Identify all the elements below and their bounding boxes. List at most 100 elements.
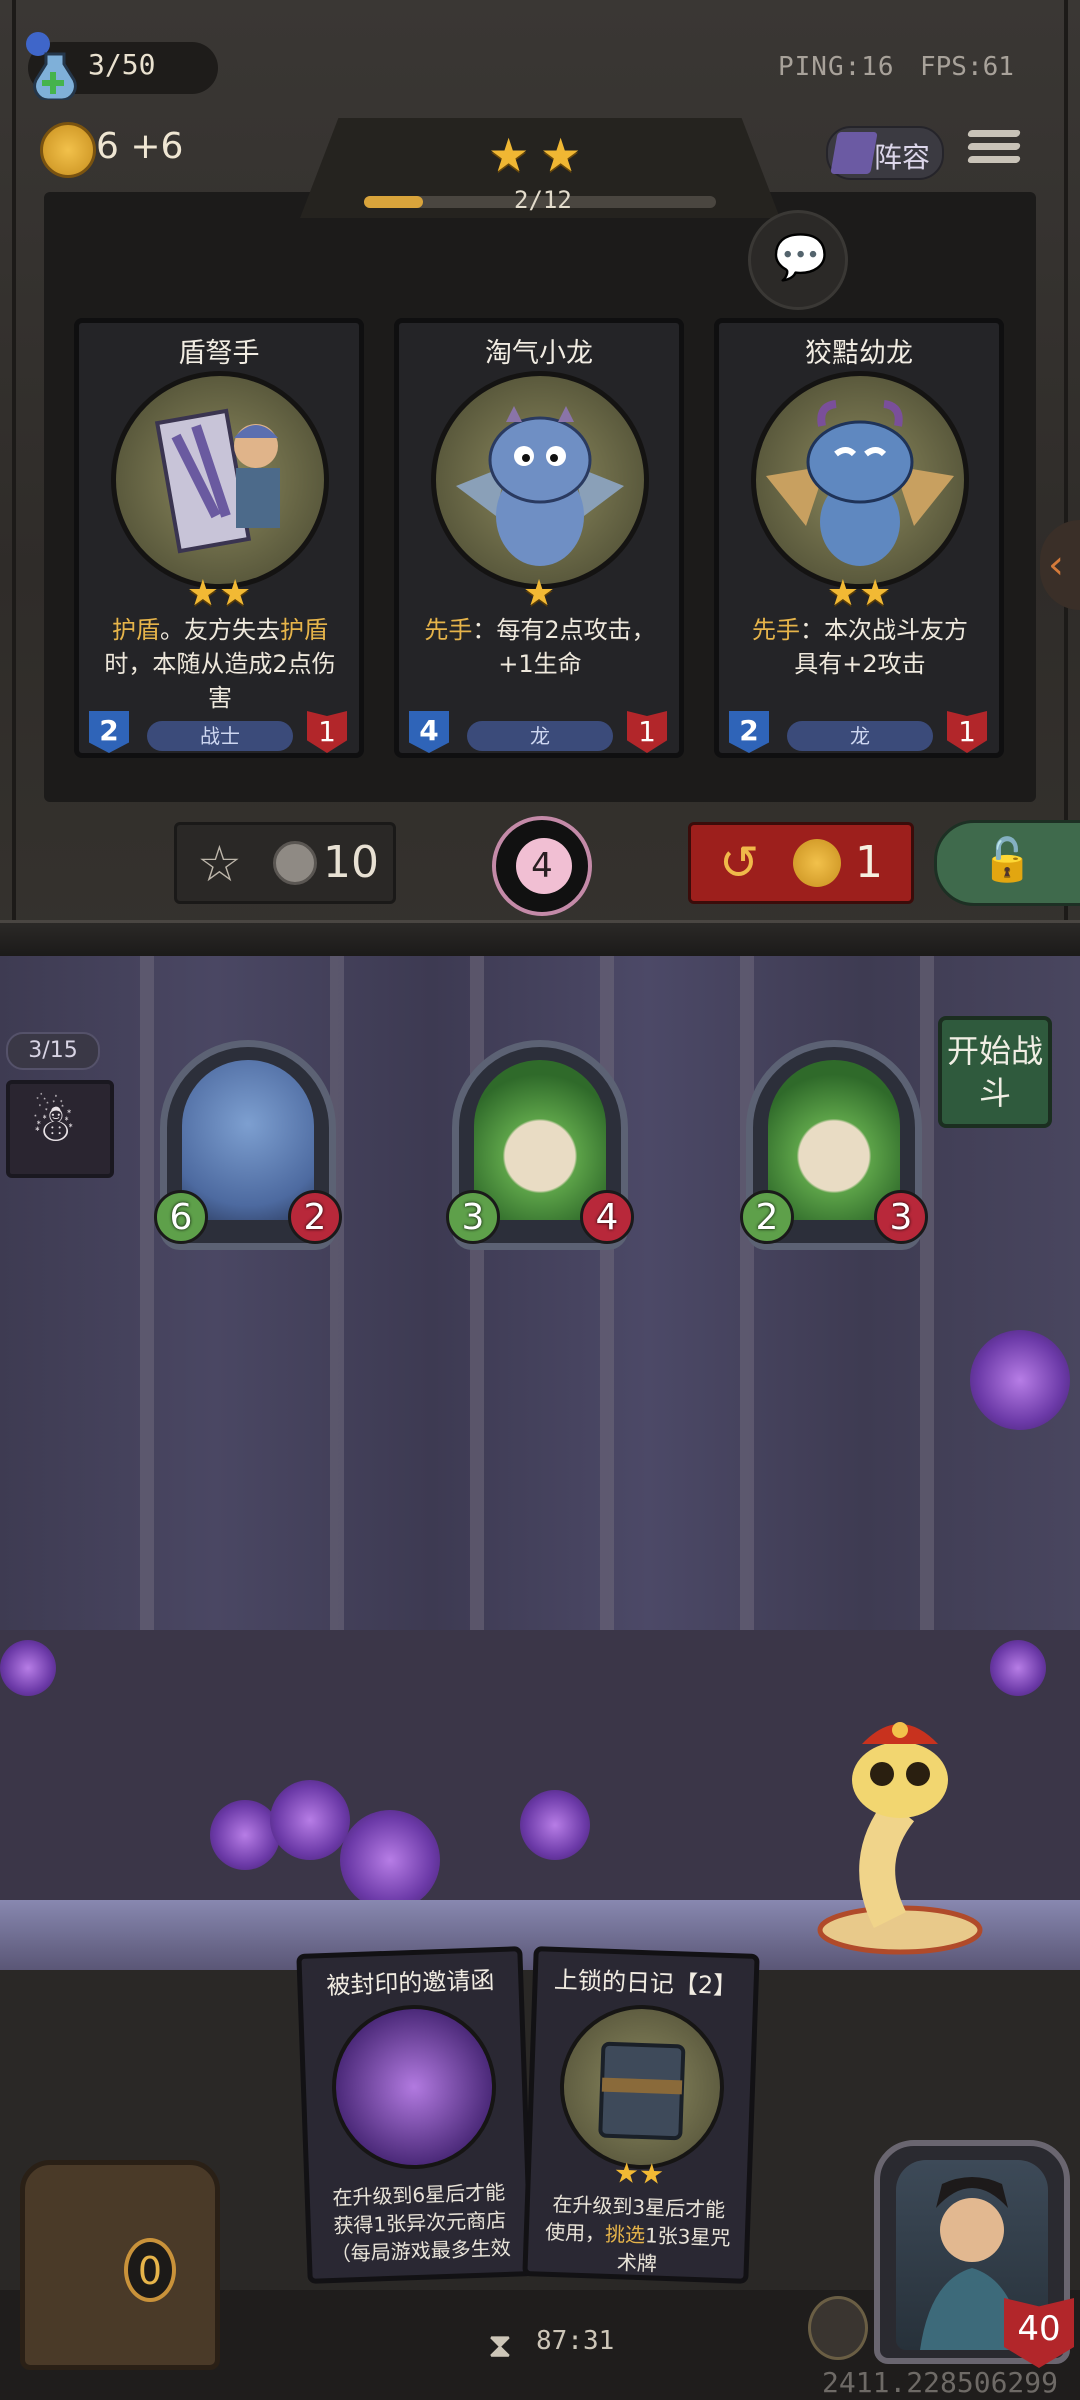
card-description: 先手：本次战斗友方具有+2攻击 — [741, 613, 979, 681]
locked-diary-art — [557, 2002, 727, 2172]
rose-decoration — [340, 1810, 440, 1910]
dragon-portrait — [182, 1060, 314, 1220]
gold-counter: 6 +6 — [96, 126, 184, 167]
card-stars: ★ — [522, 573, 556, 614]
treasure-chest[interactable] — [20, 2160, 220, 2370]
rose-decoration — [270, 1780, 350, 1860]
card-name: 淘气小龙 — [485, 338, 593, 369]
upgrade-cost: 10 — [323, 837, 379, 888]
unlock-icon: 🔓 — [981, 835, 1034, 884]
snake-character — [800, 1700, 1000, 1960]
board-count-label: 3/15 — [6, 1032, 100, 1070]
hero-power-button[interactable] — [808, 2296, 868, 2360]
hand-card[interactable]: 被封印的邀请函 在升级到6星后才能获得1张异次元商店（每局游戏最多生效 — [296, 1946, 534, 2284]
potion-icon — [20, 28, 84, 102]
minion-health: 3 — [874, 1190, 928, 1244]
card-stars: ★★ — [826, 573, 892, 614]
gold-coin-icon — [793, 839, 841, 887]
card-portrait — [431, 371, 649, 589]
free-refresh-count: 4 — [531, 846, 553, 886]
refresh-shop-button[interactable]: ↺ 1 — [688, 822, 914, 904]
board-minion[interactable]: 6 2 — [154, 1040, 342, 1266]
shop-card[interactable]: 淘气小龙 ★ 先手：每有2点攻击，+1生命 4 龙 1 — [394, 318, 684, 758]
hand-card[interactable]: 上锁的日记【2】 ★★ 在升级到3星后才能使用，挑选1张3星咒术牌 — [522, 1946, 760, 2284]
attack-badge: 4 — [409, 711, 449, 753]
turn-timer: 87:31 — [536, 2326, 615, 2356]
card-stack-icon — [830, 132, 878, 174]
attack-badge: 2 — [729, 711, 769, 753]
lock-shop-button[interactable]: 🔓 — [934, 820, 1080, 906]
desc-text: ：本次战斗友方具有+2攻击 — [794, 616, 968, 678]
silver-coin-icon — [273, 841, 317, 885]
tier-progress-text: 2/12 — [514, 186, 572, 214]
attack-badge: 2 — [89, 711, 129, 753]
hamburger-line — [967, 143, 1021, 150]
free-refresh-counter: 4 — [492, 816, 592, 916]
upgrade-tavern-button[interactable]: ☆ 10 — [174, 822, 396, 904]
rose-decoration — [210, 1800, 280, 1870]
star-up-icon: ☆ — [197, 835, 242, 893]
tier-progress-fill — [364, 196, 423, 208]
leaf-sprite-portrait — [474, 1060, 606, 1220]
tribe-tag: 龙 — [467, 721, 613, 751]
opponent-portrait[interactable]: ☃ — [6, 1080, 114, 1178]
card-name: 被封印的邀请函 — [325, 1966, 495, 2001]
card-name: 上锁的日记【2】 — [553, 1965, 738, 2001]
shop-card[interactable]: 狡黠幼龙 ★★ 先手：本次战斗友方具有+2攻击 2 龙 1 — [714, 318, 1004, 758]
card-description: 在升级到3星后才能使用，挑选1张3星咒术牌 — [541, 2190, 734, 2281]
rose-decoration — [970, 1330, 1070, 1430]
chevron-left-icon: ‹ — [1048, 542, 1064, 588]
chat-bubble-icon: 💬 — [773, 232, 828, 283]
lineup-button[interactable]: 阵容 — [826, 126, 944, 180]
start-battle-button[interactable]: 开始战斗 — [938, 1016, 1052, 1128]
desc-text: 。友方失去 — [160, 616, 280, 644]
minion-health: 4 — [580, 1190, 634, 1244]
desc-text: 时，本随从造成2点伤害 — [104, 650, 336, 712]
xp-text: 3/50 — [88, 48, 156, 81]
minion-attack: 3 — [446, 1190, 500, 1244]
health-badge: 1 — [627, 711, 667, 753]
card-description: 护盾。友方失去护盾时，本随从造成2点伤害 — [101, 613, 339, 715]
chat-button[interactable]: 💬 — [748, 210, 848, 310]
card-name: 盾弩手 — [178, 338, 260, 369]
refresh-arrow-icon: ↺ — [719, 835, 760, 891]
hamburger-line — [967, 156, 1021, 163]
refresh-cost: 1 — [855, 837, 883, 888]
rose-decoration — [0, 1640, 56, 1696]
minion-health: 2 — [288, 1190, 342, 1244]
desc-text: ：每有2点攻击，+1生命 — [472, 616, 656, 678]
lineup-label: 阵容 — [874, 141, 931, 174]
board-minion[interactable]: 2 3 — [740, 1040, 928, 1266]
gold-coin-icon — [40, 122, 96, 178]
ping-readout: PING:16 — [778, 52, 895, 82]
rose-decoration — [520, 1790, 590, 1860]
card-description: 在升级到6星后才能获得1张异次元商店（每局游戏最多生效 — [330, 2179, 512, 2267]
keyword: 先手 — [424, 616, 473, 644]
minion-attack: 6 — [154, 1190, 208, 1244]
keyword: 护盾 — [112, 616, 160, 644]
keyword: 护盾 — [280, 616, 328, 644]
hourglass-icon: ⧗ — [488, 2326, 512, 2366]
card-name: 狡黠幼龙 — [805, 338, 913, 369]
card-description: 先手：每有2点攻击，+1生命 — [421, 613, 659, 681]
tier-star-icon: ★ — [488, 128, 530, 182]
shop-card[interactable]: 盾弩手 ★★ 护盾。友方失去护盾时，本随从造成2点伤害 2 战士 1 — [74, 318, 364, 758]
minion-attack: 2 — [740, 1190, 794, 1244]
fps-readout: FPS:61 — [920, 52, 1014, 82]
opponent-avatar-icon: ☃ — [30, 1094, 77, 1154]
health-badge: 1 — [947, 711, 987, 753]
menu-button[interactable] — [967, 124, 1028, 178]
card-stars: ★★ — [186, 573, 252, 614]
board-minion[interactable]: 3 4 — [446, 1040, 634, 1266]
hamburger-icon — [967, 130, 1021, 137]
card-portrait — [111, 371, 329, 589]
health-badge: 1 — [307, 711, 347, 753]
build-version: 2411.228506299 — [822, 2366, 1059, 2399]
tribe-tag: 龙 — [787, 721, 933, 751]
tribe-tag: 战士 — [147, 721, 293, 751]
keyword: 挑选 — [604, 2221, 646, 2248]
card-portrait — [751, 371, 969, 589]
rose-decoration — [990, 1640, 1046, 1696]
leaf-sprite-portrait — [768, 1060, 900, 1220]
chest-count: 0 — [124, 2238, 176, 2302]
